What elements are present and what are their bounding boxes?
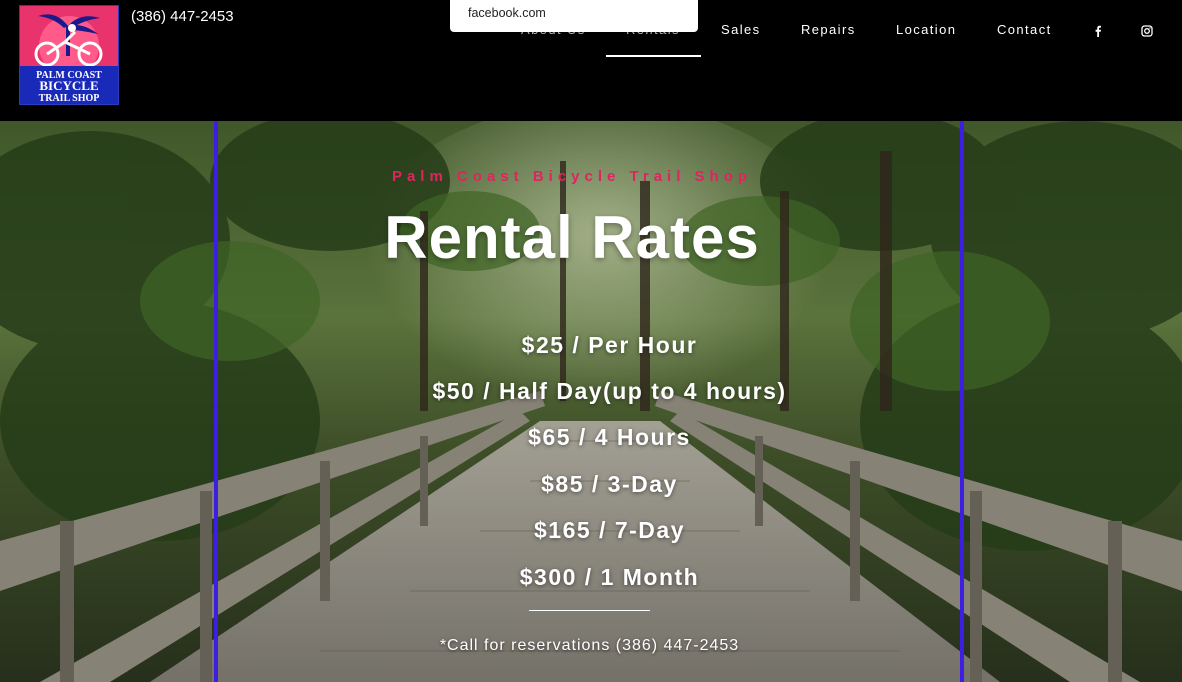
shop-logo[interactable]: PALM COAST BICYCLE TRAIL SHOP: [19, 5, 119, 105]
nav-sales[interactable]: Sales: [721, 22, 761, 37]
rate-item: $85 / 3-Day: [541, 471, 678, 497]
nav-location[interactable]: Location: [896, 22, 956, 37]
facebook-icon[interactable]: [1092, 24, 1104, 37]
logo-text-line2: BICYCLE: [39, 78, 98, 93]
rate-item: $25 / Per Hour: [521, 332, 698, 358]
rate-item: $165 / 7-Day: [534, 517, 685, 543]
logo-text-line3: TRAIL SHOP: [39, 93, 100, 104]
tooltip-text: facebook.com: [468, 6, 546, 20]
logo-graphic: PALM COAST BICYCLE TRAIL SHOP: [20, 6, 118, 104]
nav-contact[interactable]: Contact: [997, 22, 1052, 37]
header-phone[interactable]: (386) 447-2453: [131, 8, 234, 25]
active-nav-underline: [606, 55, 701, 57]
rate-item: $65 / 4 Hours: [528, 424, 691, 450]
link-tooltip: facebook.com: [450, 0, 698, 32]
hero-kicker: Palm Coast Bicycle Trail Shop: [391, 168, 753, 185]
instagram-icon[interactable]: [1141, 24, 1153, 37]
nav-repairs[interactable]: Repairs: [801, 22, 856, 37]
rate-item: $300 / 1 Month: [519, 564, 700, 590]
section-divider: [529, 610, 650, 611]
reservation-note: *Call for reservations (386) 447-2453: [439, 637, 740, 654]
rate-item: $50 / Half Day(up to 4 hours): [432, 378, 787, 404]
page-title: Rental Rates: [384, 204, 760, 271]
rates-panel: Palm Coast Bicycle Trail Shop Rental Rat…: [217, 121, 962, 682]
